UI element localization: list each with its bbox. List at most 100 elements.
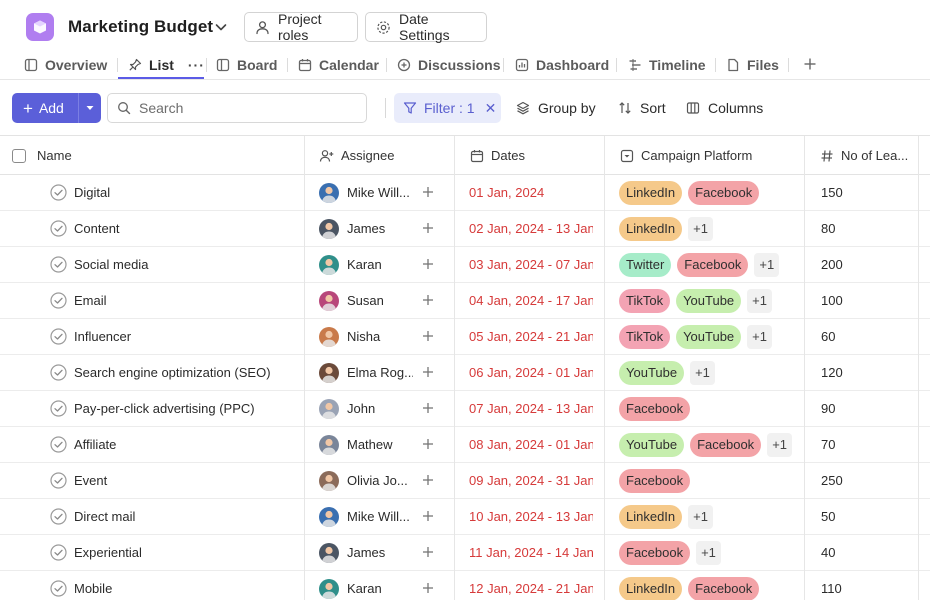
task-name[interactable]: Mobile [74,571,302,600]
task-dates[interactable]: 05 Jan, 2024 - 21 Jan... [469,319,593,354]
tab-discussions[interactable]: Discussions [397,50,500,79]
task-name[interactable]: Digital [74,175,302,210]
task-dates[interactable]: 04 Jan, 2024 - 17 Jan... [469,283,593,318]
more-options-icon[interactable]: ··· [188,57,205,73]
leads-count[interactable]: 90 [821,391,911,426]
tab-dashboard[interactable]: Dashboard [515,50,609,79]
table-row[interactable]: Direct mail Mike Will... 10 Jan, 2024 - 13… [0,499,930,535]
campaign-platform-cell[interactable]: YouTube +1 [619,355,803,390]
avatar[interactable] [319,507,339,527]
campaign-platform-cell[interactable]: LinkedIn +1 [619,499,803,534]
add-assignee-icon[interactable] [420,544,436,560]
task-name[interactable]: Search engine optimization (SEO) [74,355,302,390]
leads-count[interactable]: 60 [821,319,911,354]
add-assignee-icon[interactable] [420,580,436,596]
avatar[interactable] [319,327,339,347]
more-tags-badge[interactable]: +1 [688,504,713,529]
task-name[interactable]: Influencer [74,319,302,354]
avatar[interactable] [319,543,339,563]
leads-count[interactable]: 50 [821,499,911,534]
date-settings-button[interactable]: Date Settings [365,11,487,43]
sort-button[interactable]: Sort [618,93,666,123]
task-dates[interactable]: 08 Jan, 2024 - 01 Jan... [469,427,593,462]
more-tags-badge[interactable]: +1 [767,432,793,457]
columns-button[interactable]: Columns [686,93,763,123]
complete-check-icon[interactable] [50,436,67,453]
campaign-platform-cell[interactable]: Facebook [619,391,803,426]
complete-check-icon[interactable] [50,292,67,309]
campaign-platform-cell[interactable]: Facebook +1 [619,535,803,570]
avatar[interactable] [319,219,339,239]
avatar[interactable] [319,471,339,491]
task-dates[interactable]: 09 Jan, 2024 - 31 Jan... [469,463,593,498]
add-assignee-icon[interactable] [420,472,436,488]
complete-check-icon[interactable] [50,400,67,417]
complete-check-icon[interactable] [50,220,67,237]
task-dates[interactable]: 01 Jan, 2024 [469,175,593,210]
more-tags-badge[interactable]: +1 [747,288,772,313]
leads-count[interactable]: 100 [821,283,911,318]
leads-count[interactable]: 250 [821,463,911,498]
leads-count[interactable]: 80 [821,211,911,246]
column-header-name[interactable]: Name [37,136,72,175]
add-assignee-icon[interactable] [420,364,436,380]
task-name[interactable]: Pay-per-click advertising (PPC) [74,391,302,426]
project-roles-button[interactable]: Project roles [244,11,358,43]
add-assignee-icon[interactable] [420,328,436,344]
table-row[interactable]: Digital Mike Will... 01 Jan, 2024 LinkedIn F… [0,175,930,211]
campaign-platform-cell[interactable]: LinkedIn Facebook [619,175,803,210]
add-view-icon[interactable] [800,54,820,74]
complete-check-icon[interactable] [50,364,67,381]
table-row[interactable]: Social media Karan 03 Jan, 2024 - 07 Jan..… [0,247,930,283]
table-row[interactable]: Search engine optimization (SEO) Elma Rog… [0,355,930,391]
task-name[interactable]: Affiliate [74,427,302,462]
tab-calendar[interactable]: Calendar [298,50,379,79]
table-row[interactable]: Affiliate Mathew 08 Jan, 2024 - 01 Jan... Y… [0,427,930,463]
task-dates[interactable]: 07 Jan, 2024 - 13 Jan... [469,391,593,426]
campaign-platform-cell[interactable]: LinkedIn +1 [619,211,803,246]
tab-files[interactable]: Files [726,50,779,79]
table-row[interactable]: Email Susan 04 Jan, 2024 - 17 Jan... TikTok… [0,283,930,319]
leads-count[interactable]: 150 [821,175,911,210]
tab-timeline[interactable]: Timeline [628,50,706,79]
avatar[interactable] [319,363,339,383]
task-dates[interactable]: 02 Jan, 2024 - 13 Jan... [469,211,593,246]
campaign-platform-cell[interactable]: TikTok YouTube +1 [619,319,803,354]
complete-check-icon[interactable] [50,184,67,201]
leads-count[interactable]: 40 [821,535,911,570]
more-tags-badge[interactable]: +1 [747,324,772,349]
task-name[interactable]: Experiential [74,535,302,570]
avatar[interactable] [319,579,339,599]
complete-check-icon[interactable] [50,472,67,489]
more-tags-badge[interactable]: +1 [754,252,780,277]
campaign-platform-cell[interactable]: LinkedIn Facebook [619,571,803,600]
table-row[interactable]: Event Olivia Jo... 09 Jan, 2024 - 31 Jan..… [0,463,930,499]
clear-filter-icon[interactable]: ✕ [485,100,497,117]
add-assignee-icon[interactable] [420,220,436,236]
task-dates[interactable]: 06 Jan, 2024 - 01 Jan... [469,355,593,390]
task-name[interactable]: Direct mail [74,499,302,534]
avatar[interactable] [319,435,339,455]
table-row[interactable]: Influencer Nisha 05 Jan, 2024 - 21 Jan... T… [0,319,930,355]
avatar[interactable] [319,255,339,275]
add-button[interactable]: + Add [12,93,101,123]
add-assignee-icon[interactable] [420,256,436,272]
select-all-checkbox[interactable] [12,149,26,163]
table-row[interactable]: Content James 02 Jan, 2024 - 13 Jan... Link… [0,211,930,247]
avatar[interactable] [319,399,339,419]
add-assignee-icon[interactable] [420,292,436,308]
table-row[interactable]: Experiential James 11 Jan, 2024 - 14 Jan..… [0,535,930,571]
task-name[interactable]: Email [74,283,302,318]
tab-overview[interactable]: Overview [24,50,107,79]
add-assignee-icon[interactable] [420,436,436,452]
add-assignee-icon[interactable] [420,508,436,524]
task-dates[interactable]: 10 Jan, 2024 - 13 Jan... [469,499,593,534]
avatar[interactable] [319,291,339,311]
avatar[interactable] [319,183,339,203]
complete-check-icon[interactable] [50,544,67,561]
table-row[interactable]: Mobile Karan 12 Jan, 2024 - 21 Jan... Linke… [0,571,930,600]
more-tags-badge[interactable]: +1 [688,216,713,241]
column-header-leads[interactable]: No of Lea... [820,136,908,175]
task-dates[interactable]: 03 Jan, 2024 - 07 Jan... [469,247,593,282]
task-dates[interactable]: 11 Jan, 2024 - 14 Jan... [469,535,593,570]
